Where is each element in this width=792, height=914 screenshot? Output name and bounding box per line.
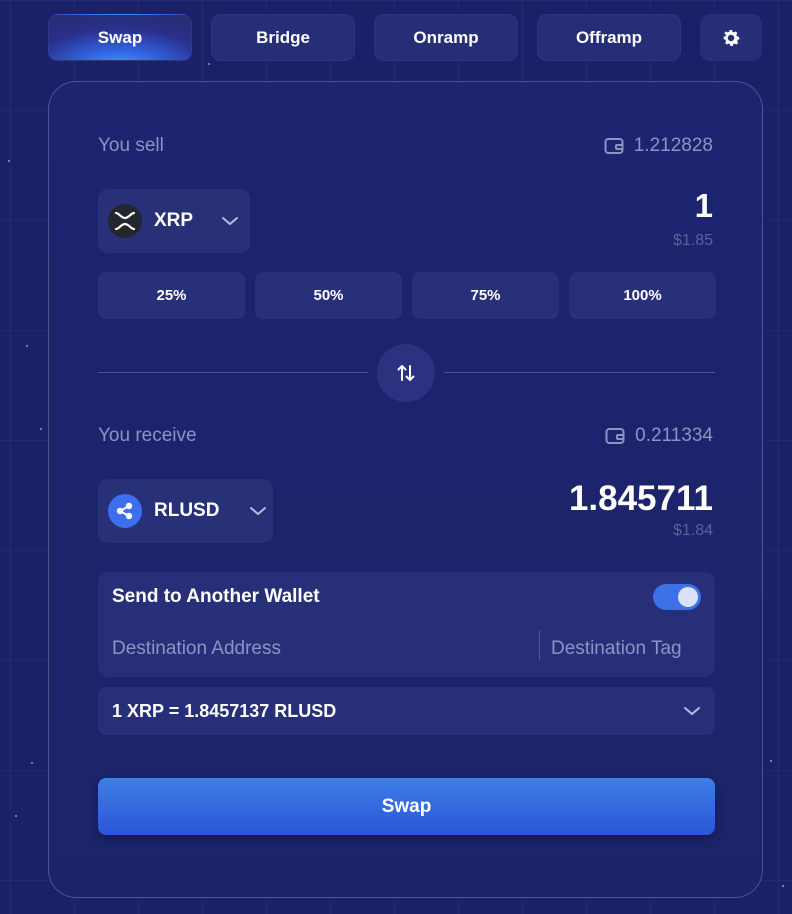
- percent-50-button[interactable]: 50%: [255, 272, 402, 319]
- send-to-wallet-panel: Send to Another Wallet: [98, 572, 715, 677]
- percent-25-button[interactable]: 25%: [98, 272, 245, 319]
- chevron-down-icon: [684, 707, 700, 716]
- wallet-icon: [604, 138, 624, 154]
- tab-onramp[interactable]: Onramp: [374, 14, 518, 61]
- star: [782, 885, 784, 887]
- sell-token-select[interactable]: XRP: [98, 189, 250, 253]
- toggle-knob: [678, 587, 698, 607]
- star: [770, 760, 772, 762]
- swap-arrows-icon: [397, 365, 415, 381]
- sell-balance: 1.212828: [604, 135, 713, 157]
- percent-100-button[interactable]: 100%: [569, 272, 716, 319]
- receive-token-select[interactable]: RLUSD: [98, 479, 273, 543]
- receive-balance-value: 0.211334: [635, 425, 713, 446]
- chevron-down-icon: [250, 507, 267, 516]
- gear-icon: [723, 29, 740, 46]
- wallet-icon: [605, 428, 625, 444]
- field-separator: [539, 630, 540, 660]
- star: [26, 345, 28, 347]
- divider-right: [444, 372, 715, 373]
- settings-button[interactable]: [700, 14, 762, 61]
- percent-buttons: 25% 50% 75% 100%: [98, 272, 716, 319]
- star: [208, 63, 210, 65]
- rlusd-logo-icon: [108, 494, 142, 528]
- destination-tag-input[interactable]: [551, 632, 706, 666]
- exchange-rate-row[interactable]: 1 XRP = 1.8457137 RLUSD: [98, 687, 715, 735]
- star: [40, 428, 42, 430]
- sell-token-name: XRP: [154, 210, 194, 231]
- exchange-rate-text: 1 XRP = 1.8457137 RLUSD: [112, 700, 337, 721]
- divider-left: [98, 372, 368, 373]
- flip-tokens-button[interactable]: [377, 344, 435, 402]
- top-tabs: Swap Bridge Onramp Offramp: [48, 14, 681, 61]
- star: [31, 762, 33, 764]
- sell-amount[interactable]: 1: [695, 187, 713, 225]
- tab-offramp[interactable]: Offramp: [537, 14, 681, 61]
- tab-bridge[interactable]: Bridge: [211, 14, 355, 61]
- star: [8, 160, 10, 162]
- swap-button[interactable]: Swap: [98, 778, 715, 835]
- send-to-wallet-toggle[interactable]: [653, 584, 701, 610]
- receive-amount: 1.845711: [568, 479, 713, 518]
- receive-balance: 0.211334: [605, 425, 713, 447]
- receive-token-name: RLUSD: [154, 500, 220, 521]
- tab-swap[interactable]: Swap: [48, 14, 192, 61]
- receive-label: You receive: [98, 425, 197, 446]
- sell-balance-value: 1.212828: [633, 135, 713, 156]
- chevron-down-icon: [222, 217, 239, 226]
- star: [15, 815, 17, 817]
- destination-address-input[interactable]: [112, 632, 532, 666]
- xrp-logo-icon: [108, 204, 142, 238]
- sell-label: You sell: [98, 135, 164, 156]
- send-to-wallet-title: Send to Another Wallet: [112, 586, 320, 607]
- receive-usd-value: $1.84: [672, 522, 713, 539]
- sell-usd-value: $1.85: [672, 232, 713, 249]
- percent-75-button[interactable]: 75%: [412, 272, 559, 319]
- swap-card: You sell 1.212828 XRP 1 $1.85 25% 50% 75…: [48, 81, 763, 898]
